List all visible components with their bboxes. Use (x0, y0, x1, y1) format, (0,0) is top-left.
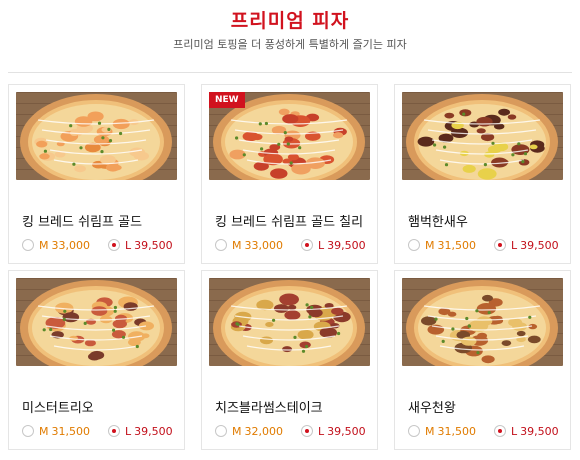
size-label: L (318, 238, 325, 252)
pizza-card[interactable]: 햄벅한새우 M 31,500 L 39,500 (394, 84, 571, 264)
size-option-m[interactable]: M 31,500 (408, 423, 476, 439)
trio-pizza-image[interactable] (16, 278, 177, 366)
radio-button[interactable] (301, 239, 313, 251)
size-label: L (125, 238, 132, 252)
radio-button[interactable] (301, 425, 313, 437)
pizza-card[interactable]: 미스터트리오 M 31,500 L 39,500 (8, 270, 185, 450)
price-label: 39,500 (327, 238, 366, 252)
size-option-m[interactable]: M 31,500 (408, 237, 476, 253)
pizza-name[interactable]: 킹 브레드 쉬림프 골드 칠리 (215, 211, 363, 230)
page-subtitle: 프리미엄 토핑을 더 풍성하게 특별하게 즐기는 피자 (173, 38, 407, 51)
size-option-l[interactable]: L 39,500 (108, 423, 173, 439)
price-label: 39,500 (520, 238, 559, 252)
price-label: 31,500 (437, 238, 477, 252)
price-label: 39,500 (327, 424, 366, 438)
pizza-card[interactable]: 킹 브레드 쉬림프 골드 M 33,000 L 39,500 (8, 84, 185, 264)
size-label: L (125, 424, 132, 438)
steak-pizza-image[interactable] (209, 278, 370, 366)
radio-button[interactable] (215, 239, 227, 251)
size-label: M (425, 238, 435, 252)
size-label: L (511, 424, 518, 438)
size-option-l[interactable]: L 39,500 (301, 237, 366, 253)
size-option-l[interactable]: L 39,500 (494, 423, 559, 439)
price-label: 32,000 (244, 424, 284, 438)
pizza-name[interactable]: 킹 브레드 쉬림프 골드 (22, 211, 142, 230)
size-option-m[interactable]: M 33,000 (215, 237, 283, 253)
pizza-card[interactable]: 새우천왕 M 31,500 L 39,500 (394, 270, 571, 450)
meat-shrimp-pizza-image[interactable] (402, 92, 563, 180)
radio-button[interactable] (494, 239, 506, 251)
shrimp-king-pizza-image[interactable] (402, 278, 563, 366)
divider (8, 72, 572, 73)
radio-button[interactable] (108, 425, 120, 437)
size-label: L (511, 238, 518, 252)
size-label: M (39, 238, 49, 252)
radio-button[interactable] (408, 425, 420, 437)
size-label: M (425, 424, 435, 438)
price-label: 39,500 (520, 424, 559, 438)
radio-button[interactable] (215, 425, 227, 437)
pizza-card[interactable]: NEW 킹 브레드 쉬림프 골드 칠리 M 33,000 L 39,500 (201, 84, 378, 264)
new-badge: NEW (209, 92, 245, 108)
size-option-l[interactable]: L 39,500 (108, 237, 173, 253)
pizza-name[interactable]: 햄벅한새우 (408, 211, 468, 230)
size-label: M (39, 424, 49, 438)
size-option-m[interactable]: M 31,500 (22, 423, 90, 439)
radio-button[interactable] (22, 239, 34, 251)
price-label: 31,500 (51, 424, 91, 438)
price-label: 33,000 (51, 238, 91, 252)
size-label: M (232, 424, 242, 438)
size-option-l[interactable]: L 39,500 (301, 423, 366, 439)
size-option-m[interactable]: M 32,000 (215, 423, 283, 439)
radio-button[interactable] (22, 425, 34, 437)
pizza-name[interactable]: 치즈블라썸스테이크 (215, 397, 323, 416)
pizza-card[interactable]: 치즈블라썸스테이크 M 32,000 L 39,500 (201, 270, 378, 450)
size-option-l[interactable]: L 39,500 (494, 237, 559, 253)
radio-button[interactable] (408, 239, 420, 251)
price-label: 39,500 (134, 424, 173, 438)
pizza-grid: 킹 브레드 쉬림프 골드 M 33,000 L 39,500 NEW 킹 브레드 쉬림프 골… (8, 84, 572, 460)
radio-button[interactable] (494, 425, 506, 437)
pizza-name[interactable]: 미스터트리오 (22, 397, 94, 416)
price-label: 33,000 (244, 238, 284, 252)
pizza-name[interactable]: 새우천왕 (408, 397, 456, 416)
price-label: 31,500 (437, 424, 477, 438)
size-label: M (232, 238, 242, 252)
size-option-m[interactable]: M 33,000 (22, 237, 90, 253)
radio-button[interactable] (108, 239, 120, 251)
price-label: 39,500 (134, 238, 173, 252)
page-header: 프리미엄 피자 프리미엄 토핑을 더 풍성하게 특별하게 즐기는 피자 (0, 0, 580, 80)
size-label: L (318, 424, 325, 438)
page-title: 프리미엄 피자 (230, 10, 350, 32)
shrimp-pizza-image[interactable] (16, 92, 177, 180)
